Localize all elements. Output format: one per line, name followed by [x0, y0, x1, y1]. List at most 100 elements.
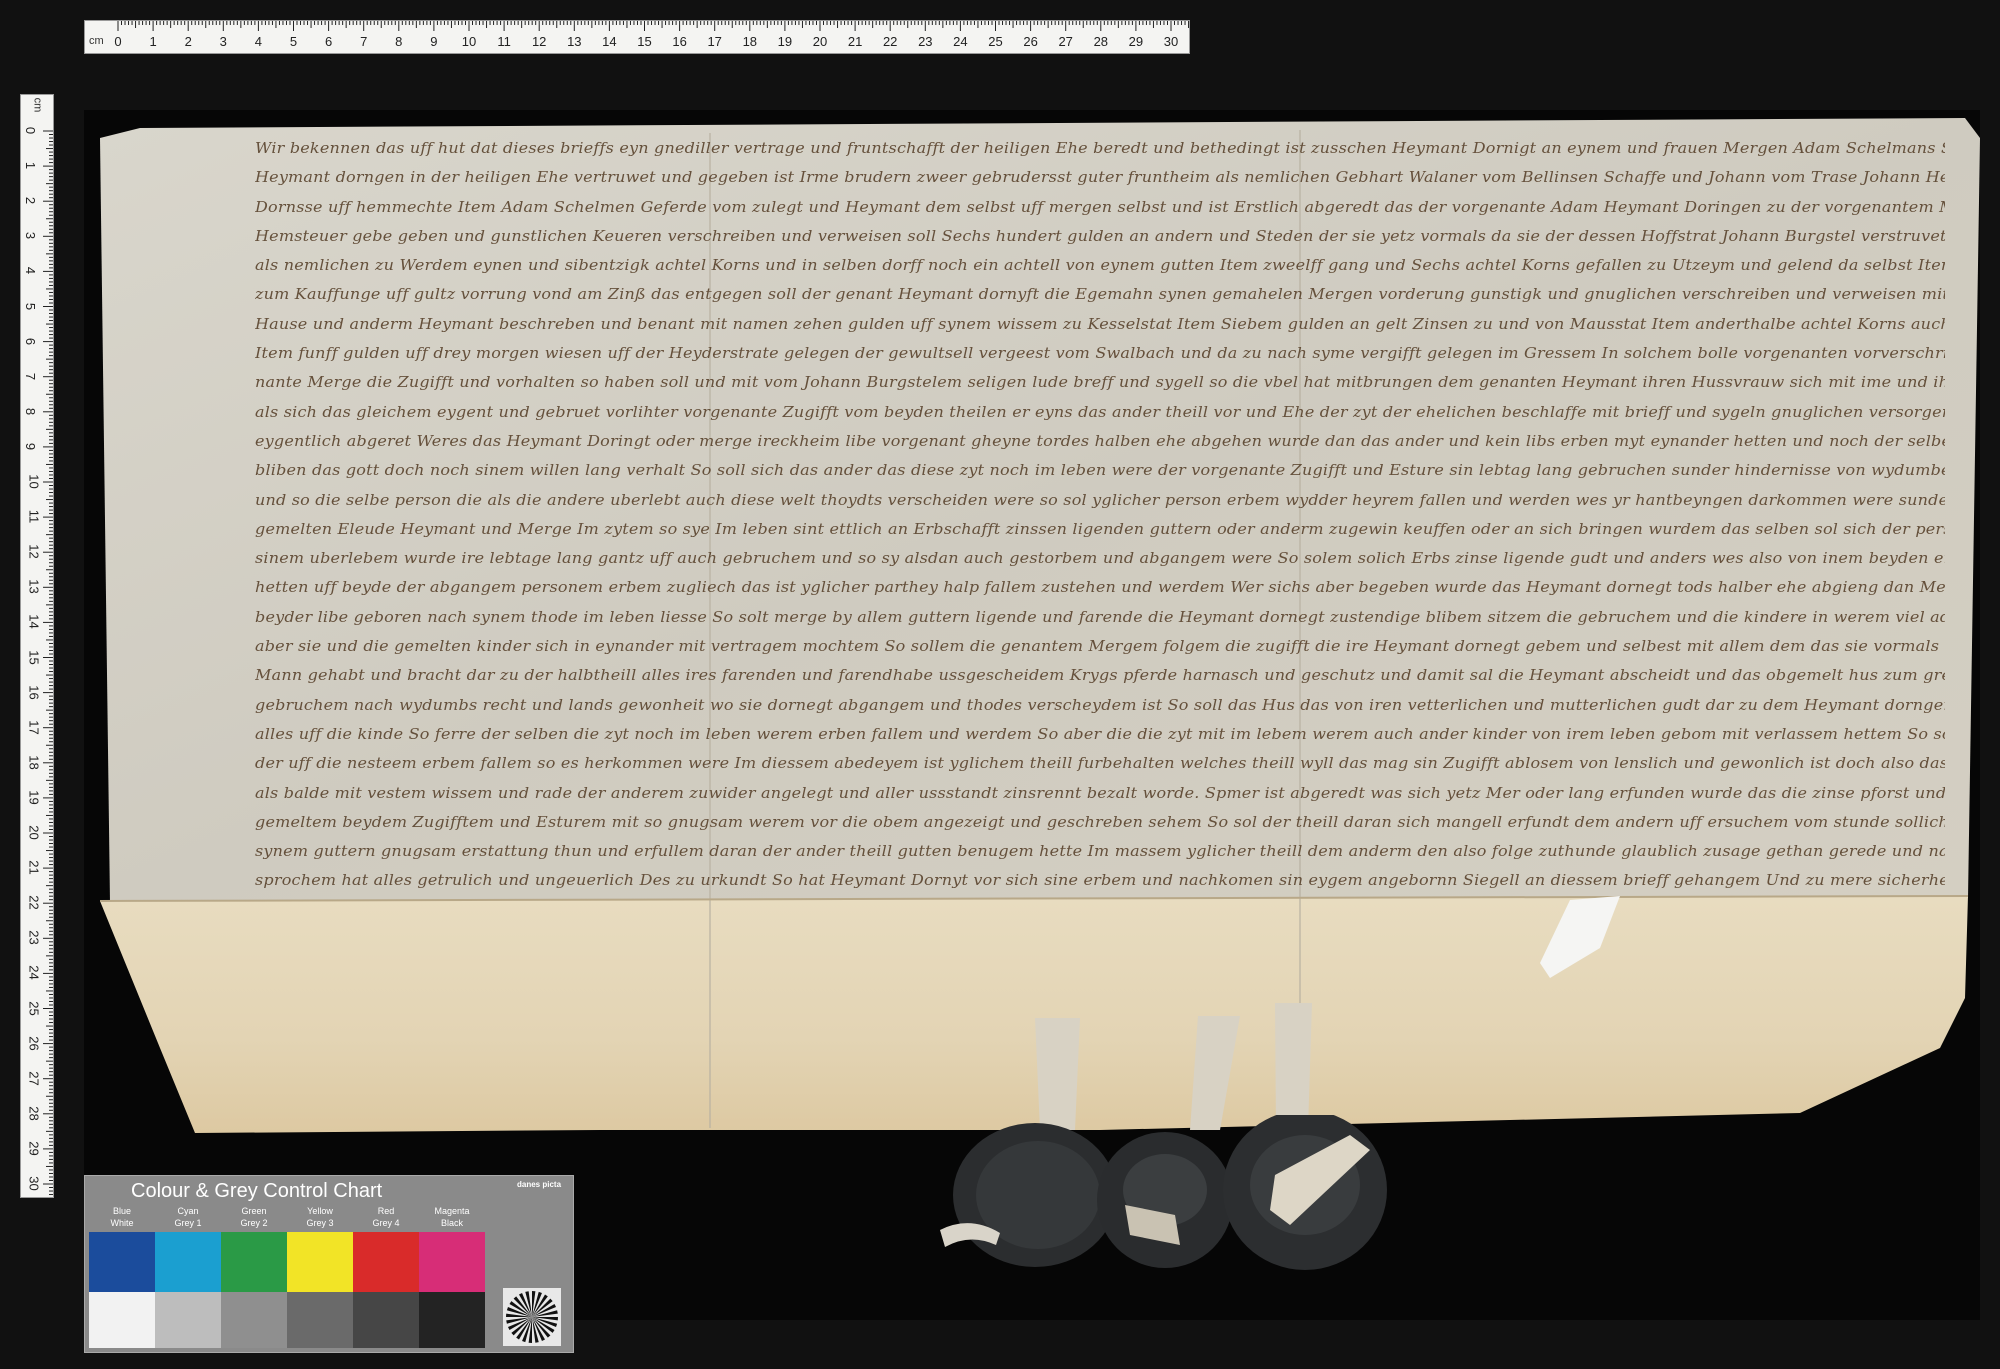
charter-line: und so die selbe person die als die ande…	[255, 490, 1945, 509]
charter-line: Wir bekennen das uff hut dat dieses brie…	[255, 139, 1945, 157]
ruler-number-vertical: 27	[26, 1070, 42, 1086]
wax-seals	[940, 1115, 1387, 1270]
ruler-number-vertical: 15	[26, 649, 42, 665]
ruler-number-vertical: 17	[26, 719, 42, 735]
ruler-number-vertical: 3	[23, 232, 39, 240]
starburst-target-icon	[503, 1288, 561, 1346]
charter-line: synem guttern gnugsam erstattung thun un…	[255, 842, 1945, 860]
vertical-ruler: cm 0 1 2 3 4 5 6 7 8 9 10 11 12 13 14 15 16 17 18 19 20 21 22 2…	[20, 94, 54, 1198]
ruler-unit-label-vertical: cm	[31, 97, 44, 113]
ruler-number-vertical: 25	[26, 1000, 42, 1016]
ruler-number-vertical: 11	[26, 509, 42, 524]
ruler-number: 7	[360, 34, 368, 49]
ruler-number-vertical: 23	[26, 930, 42, 946]
ruler-number-vertical: 19	[26, 790, 42, 805]
ruler-number: 27	[1058, 34, 1073, 49]
colour-swatch	[353, 1232, 419, 1296]
wax-seal-right	[1223, 1115, 1387, 1270]
ruler-number: 15	[637, 34, 652, 49]
vertical-ruler-ticks	[43, 130, 53, 1196]
ruler-number: 8	[395, 34, 403, 49]
grey-swatch	[287, 1292, 353, 1348]
colour-swatch	[155, 1232, 221, 1296]
ruler-number-vertical: 4	[23, 267, 39, 275]
ruler-number: 5	[289, 34, 298, 49]
ruler-number-vertical: 5	[23, 302, 39, 310]
grey-label: Black	[440, 1218, 463, 1228]
wax-seal-left	[940, 1123, 1117, 1267]
charter-line: gemelten Eleude Heymant und Merge Im zyt…	[255, 520, 1945, 538]
ruler-number: 20	[812, 34, 828, 49]
ruler-number: 16	[672, 34, 687, 49]
charter-line: eygentlich abgeret Weres das Heymant Dor…	[255, 432, 1945, 450]
ruler-number: 19	[777, 34, 793, 49]
ruler-number: 0	[114, 34, 122, 49]
wax-seal-center	[1097, 1132, 1233, 1268]
ruler-number: 6	[324, 34, 333, 49]
ruler-number-vertical: 24	[26, 965, 42, 981]
grey-swatch	[419, 1292, 485, 1348]
grey-label: Grey 3	[306, 1218, 334, 1228]
chart-title: Colour & Grey Control Chart	[131, 1180, 383, 1202]
grey-swatch	[353, 1292, 419, 1348]
charter-line: nante Merge die Zugifft und vorhalten so…	[255, 373, 1945, 392]
ruler-number-vertical: 0	[23, 126, 39, 135]
colour-swatch	[419, 1232, 485, 1296]
ruler-unit-label: cm	[89, 35, 104, 47]
ruler-number: 14	[602, 34, 617, 49]
ruler-number: 26	[1023, 34, 1038, 49]
colour-swatch	[221, 1232, 287, 1296]
ruler-number: 4	[254, 34, 263, 49]
ruler-number-vertical: 16	[26, 684, 42, 700]
charter-line: als nemlichen zu Werdem eynen und sibent…	[255, 256, 1945, 274]
ruler-number: 9	[430, 34, 438, 49]
ruler-number-vertical: 8	[23, 407, 39, 415]
ruler-number-vertical: 29	[26, 1141, 42, 1156]
horizontal-ruler: cm 0 1 2 3 4 5 6 7 8 9 10 11 12 13 14 15 16 17 18 19 20 21 22 2…	[84, 20, 1190, 54]
ruler-number-vertical: 26	[26, 1035, 42, 1051]
charter-line: der uff die nesteem erbem fallem so es h…	[255, 754, 1945, 772]
chart-brand-logo: danes picta	[517, 1178, 565, 1198]
charter-line: als balde mit vestem wissem und rade der…	[255, 783, 1945, 802]
colour-swatch	[287, 1232, 353, 1296]
colour-label: Blue	[112, 1206, 131, 1216]
ruler-number-vertical: 14	[26, 614, 42, 630]
ruler-number-vertical: 22	[26, 895, 42, 910]
colour-label: Cyan	[177, 1206, 199, 1216]
ruler-number: 17	[707, 34, 722, 49]
ruler-number: 22	[882, 34, 898, 49]
grey-label: White	[110, 1218, 134, 1228]
charter-line: sprochem hat alles getrulich und ungeuer…	[255, 871, 1945, 890]
ruler-number-vertical: 12	[26, 544, 42, 559]
grey-label: Grey 4	[372, 1218, 400, 1228]
ruler-number: 21	[847, 34, 863, 49]
ruler-number-vertical: 1	[23, 161, 39, 170]
charter-line: gebruchem nach wydumbs recht und lands g…	[255, 695, 1945, 714]
charter-line: hetten uff beyde der abgangem personem e…	[255, 578, 1945, 597]
charter-line: Hause und anderm Heymant beschreben und …	[255, 314, 1945, 333]
colour-label: Yellow	[307, 1206, 333, 1216]
ruler-number: 1	[149, 34, 157, 49]
ruler-number-vertical: 10	[26, 474, 42, 489]
colour-label: Red	[377, 1206, 395, 1216]
charter-line: aber sie und die gemelten kinder sich in…	[255, 637, 1945, 655]
ruler-number: 18	[742, 34, 758, 49]
ruler-number: 11	[497, 34, 511, 49]
ruler-number-vertical: 7	[23, 372, 39, 380]
ruler-number: 12	[531, 34, 547, 49]
ruler-number: 28	[1093, 34, 1109, 49]
charter-line: als sich das gleichem eygent und gebruet…	[255, 402, 1945, 421]
ruler-number-vertical: 6	[23, 337, 39, 345]
ruler-number-vertical: 2	[23, 197, 39, 205]
charter-line: Dornsse uff hemmechte Item Adam Schelmen…	[255, 197, 1945, 216]
ruler-number: 10	[461, 34, 477, 49]
charter-line: Hemsteuer gebe geben und gunstlichen Keu…	[255, 227, 1945, 245]
colour-label: Magenta	[434, 1206, 470, 1216]
ruler-number-vertical: 21	[26, 860, 42, 875]
ruler-number-vertical: 18	[26, 755, 42, 770]
grey-swatch	[89, 1292, 155, 1348]
charter-line: sinem uberlebem wurde ire lebtage lang g…	[255, 549, 1945, 567]
ruler-number: 24	[953, 34, 968, 49]
ruler-number: 29	[1128, 34, 1144, 49]
ruler-number: 3	[219, 34, 227, 49]
